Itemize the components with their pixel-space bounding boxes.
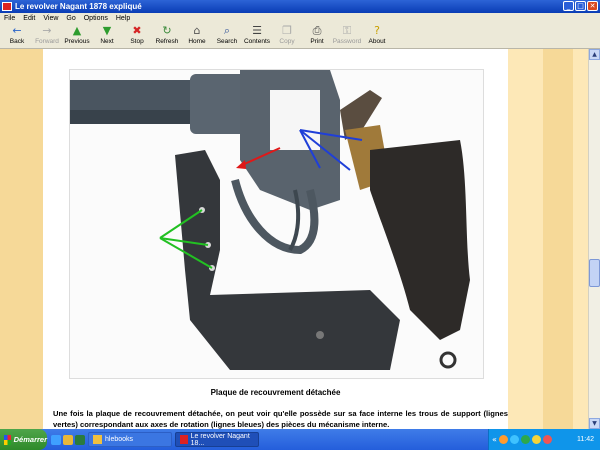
system-tray: « 11:42 — [488, 429, 600, 450]
toolbar-label: Forward — [35, 38, 59, 45]
stop-icon: ✖ — [132, 24, 142, 37]
home-icon: ⌂ — [193, 24, 201, 37]
toolbar-about-button[interactable]: ? About — [362, 23, 392, 49]
toolbar-search-button[interactable]: ⌕ Search — [212, 23, 242, 49]
menu-go[interactable]: Go — [66, 15, 75, 22]
app-icon — [2, 2, 12, 11]
toolbar-label: Previous — [64, 38, 90, 45]
toolbar: ← Back → Forward ▲ Previous ▼ Next ✖ Stop ↻ Refresh… — [0, 23, 600, 49]
maximize-button[interactable]: □ — [575, 1, 586, 11]
task-label: hlebooks — [105, 436, 134, 443]
toolbar-label: Next — [100, 38, 114, 45]
taskbar-item-hlebooks[interactable]: hlebooks — [88, 432, 172, 447]
toolbar-label: Stop — [130, 38, 144, 45]
next-arrow-icon: ▼ — [102, 24, 112, 37]
windows-logo-icon — [4, 434, 11, 445]
security-icon[interactable] — [520, 435, 530, 444]
folder-icon — [93, 435, 102, 444]
refresh-icon: ↻ — [162, 24, 172, 37]
tray-app-icon[interactable] — [498, 435, 508, 444]
scroll-thumb[interactable] — [589, 259, 600, 287]
start-button[interactable]: Démarrer — [0, 429, 47, 450]
network-icon[interactable] — [509, 435, 519, 444]
toolbar-copy-button: ❐ Copy — [272, 23, 302, 49]
lanyard-ring-shape — [439, 351, 457, 369]
toolbar-home-button[interactable]: ⌂ Home — [182, 23, 212, 49]
menu-help[interactable]: Help — [116, 15, 130, 22]
quick-launch — [51, 434, 85, 445]
previous-arrow-icon: ▲ — [72, 24, 82, 37]
start-label: Démarrer — [13, 435, 47, 444]
folder-icon[interactable] — [63, 434, 73, 445]
revolver-illustration — [70, 70, 470, 370]
toolbar-previous-button[interactable]: ▲ Previous — [62, 23, 92, 49]
toolbar-next-button[interactable]: ▼ Next — [92, 23, 122, 49]
toolbar-label: Home — [188, 38, 206, 45]
forward-arrow-icon: → — [42, 24, 52, 37]
tray-expand-icon[interactable]: « — [492, 435, 497, 444]
left-margin-band — [0, 49, 43, 429]
title-bar[interactable]: Le revolver Nagant 1878 expliqué _ □ ✕ — [0, 0, 600, 13]
toolbar-label: Print — [310, 38, 324, 45]
taskbar-item-revolver[interactable]: Le revolver Nagant 18... — [175, 432, 259, 447]
barrel-rod-shape — [70, 110, 200, 124]
copy-icon: ❐ — [282, 24, 292, 37]
browser-icon[interactable] — [51, 434, 61, 445]
toolbar-label: Copy — [279, 38, 295, 45]
toolbar-stop-button[interactable]: ✖ Stop — [122, 23, 152, 49]
about-icon: ? — [374, 24, 380, 37]
menu-file[interactable]: File — [4, 15, 15, 22]
content-area: Plaque de recouvrement détachée Une fois… — [0, 49, 588, 429]
clock[interactable]: 11:42 — [577, 436, 594, 443]
window-controls: _ □ ✕ — [563, 1, 598, 11]
app-window: Le revolver Nagant 1878 expliqué _ □ ✕ F… — [0, 0, 600, 450]
toolbar-refresh-button[interactable]: ↻ Refresh — [152, 23, 182, 49]
menu-bar: File Edit View Go Options Help — [0, 13, 600, 23]
toolbar-label: Search — [216, 38, 238, 45]
toolbar-label: Contents — [243, 38, 271, 45]
barrel-shape — [70, 80, 210, 110]
toolbar-password-button: ⚿ Password — [332, 23, 362, 49]
vertical-scrollbar[interactable]: ▲ ▼ — [588, 49, 600, 429]
toolbar-label: Back — [9, 38, 25, 45]
menu-edit[interactable]: Edit — [23, 15, 35, 22]
figure-caption: Plaque de recouvrement détachée — [210, 388, 341, 397]
scroll-up-button[interactable]: ▲ — [589, 49, 600, 60]
toolbar-forward-button: → Forward — [32, 23, 62, 49]
document-page: Plaque de recouvrement détachée Une fois… — [43, 49, 508, 429]
revolver-photo — [69, 69, 484, 379]
scroll-down-button[interactable]: ▼ — [589, 418, 600, 429]
body-paragraph: Une fois la plaque de recouvrement détac… — [53, 409, 508, 429]
toolbar-back-button[interactable]: ← Back — [2, 23, 32, 49]
toolbar-label: Refresh — [155, 38, 179, 45]
toolbar-label: About — [368, 38, 386, 45]
toolbar-label: Password — [332, 38, 362, 45]
tray-app-icon[interactable] — [531, 435, 541, 444]
close-button[interactable]: ✕ — [587, 1, 598, 11]
app-launcher-icon[interactable] — [75, 434, 85, 445]
menu-view[interactable]: View — [43, 15, 58, 22]
toolbar-print-button[interactable]: ⎙ Print — [302, 23, 332, 49]
back-arrow-icon: ← — [12, 24, 22, 37]
right-margin-band — [543, 49, 573, 429]
menu-options[interactable]: Options — [84, 15, 108, 22]
print-icon: ⎙ — [312, 24, 322, 37]
book-icon — [180, 435, 188, 444]
task-label: Le revolver Nagant 18... — [190, 432, 250, 447]
key-icon: ⚿ — [342, 24, 352, 37]
search-icon: ⌕ — [223, 24, 231, 37]
contents-icon: ☰ — [252, 24, 262, 37]
plate-screw-shape — [316, 331, 324, 339]
window-title: Le revolver Nagant 1878 expliqué — [15, 2, 142, 11]
tray-app-icon[interactable] — [542, 435, 552, 444]
toolbar-contents-button[interactable]: ☰ Contents — [242, 23, 272, 49]
minimize-button[interactable]: _ — [563, 1, 574, 11]
taskbar: Démarrer hlebooks Le revolver Nagant 18.… — [0, 429, 600, 450]
